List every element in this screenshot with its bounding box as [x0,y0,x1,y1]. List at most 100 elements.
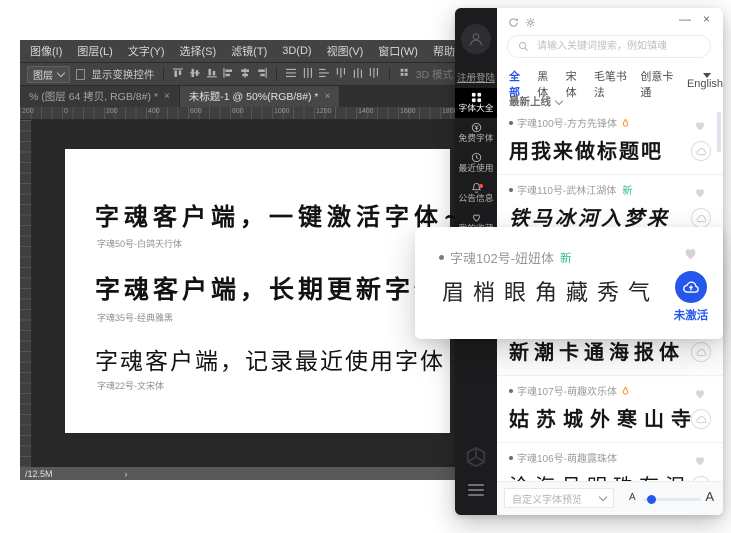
align-top-icon[interactable] [173,68,184,80]
distribute-top-icon[interactable] [286,68,297,80]
avatar[interactable] [461,24,491,54]
favorite-heart-icon[interactable] [693,386,707,404]
canvas-area: 字魂客户端，一键激活字体~ 字魂50号-白鸽天行体 字魂客户端，长期更新字体 字… [20,120,460,467]
activate-cloud-button[interactable] [675,271,707,303]
align-bottom-icon[interactable] [207,68,218,80]
bullet-dot [509,121,513,125]
hot-icon [621,386,630,396]
bullet-dot [439,255,444,260]
search-icon [518,41,529,52]
font-name: 字魂106号-萌趣露珠体 [517,450,617,465]
font-sample-text: 字魂客户端，长期更新字体 [95,270,443,306]
sidebar-item-recent[interactable]: 最近使用 [455,148,497,178]
font-name: 字魂107号-萌趣欢乐体 [517,383,617,398]
close-icon[interactable]: × [164,91,170,102]
menu-item-image[interactable]: 图像(I) [30,43,62,59]
align-right-icon[interactable] [257,68,268,80]
distribute-middle-icon[interactable] [303,68,314,80]
menu-item-select[interactable]: 选择(S) [180,43,217,59]
font-row[interactable]: 字魂100号-方方先锋体 用我来做标题吧 [497,108,723,175]
status-bar: /12.5M › [20,467,460,480]
favorite-heart-icon[interactable] [693,118,707,136]
settings-gear-icon[interactable] [525,15,536,33]
download-cloud-icon[interactable] [691,141,711,161]
refresh-icon[interactable] [508,15,519,33]
ruler-tick: 1600 [400,108,416,115]
document-canvas[interactable]: 字魂客户端，一键激活字体~ 字魂50号-白鸽天行体 字魂客户端，长期更新字体 字… [65,149,450,433]
new-badge: 新 [560,250,572,266]
tab-cartoon[interactable]: 创意卡通 [640,68,677,100]
favorite-heart-icon[interactable] [693,185,707,203]
menu-item-window[interactable]: 窗口(W) [378,43,418,59]
menu-item-view[interactable]: 视图(V) [327,43,364,59]
font-size-slider[interactable] [643,498,701,501]
favorite-heart-icon[interactable] [693,453,707,471]
chevron-down-icon [57,68,65,76]
show-transform-label: 显示变换控件 [91,67,154,82]
grid-icon[interactable] [399,68,410,80]
document-tab[interactable]: % (图层 64 拷贝, RGB/8#) * × [20,86,180,107]
category-dropdown-icon[interactable] [703,73,711,78]
bullet-dot [509,456,513,460]
preview-text-dropdown[interactable]: 自定义字体预览 [504,488,614,508]
align-left-icon[interactable] [223,68,234,80]
preview-settings-bar: 自定义字体预览 A A [497,481,723,515]
document-size: /12.5M [25,469,53,479]
page: 图像(I) 图层(L) 文字(Y) 选择(S) 滤镜(T) 3D(D) 视图(V… [0,0,731,533]
status-chevron-icon[interactable]: › [125,469,128,479]
activation-status-label: 未激活 [668,307,714,323]
menu-item-layer[interactable]: 图层(L) [77,43,112,59]
download-cloud-icon[interactable] [691,208,711,228]
favorite-heart-icon[interactable] [682,245,699,265]
font-row[interactable]: 字魂107号-萌趣欢乐体 姑苏城外寒山寺 [497,376,723,443]
menu-item-type[interactable]: 文字(Y) [128,43,165,59]
distribute-left-icon[interactable] [336,68,347,80]
menu-item-filter[interactable]: 滤镜(T) [231,43,267,59]
bullet-dot [509,188,513,192]
divider [276,67,277,81]
sidebar-item-font-library[interactable]: 字体大全 [455,88,497,118]
sidebar-item-label: 最近使用 [459,164,494,173]
sidebar-item-label: 公告信息 [459,194,494,203]
login-link[interactable]: 注册登陆 [455,70,497,84]
show-transform-checkbox[interactable] [76,69,85,80]
slider-thumb[interactable] [647,495,656,504]
document-tab-bar: % (图层 64 拷贝, RGB/8#) * × 未标题-1 @ 50%(RGB… [20,86,460,107]
ruler-tick: 1400 [358,108,374,115]
document-tab-active[interactable]: 未标题-1 @ 50%(RGB/8#) * × [180,86,341,107]
font-sample-label: 字魂35号-经典雅黑 [97,311,173,324]
chevron-down-icon[interactable] [555,96,563,104]
sidebar-item-label: 免费字体 [459,134,494,143]
search-box[interactable] [507,35,711,58]
tab-english[interactable]: English [687,78,723,90]
layer-mode-dropdown[interactable]: 图层 [27,66,70,83]
font-sample-label: 字魂22号-文宋体 [97,379,164,392]
search-input[interactable] [535,40,700,53]
tab-brush[interactable]: 毛笔书法 [594,68,631,100]
grid-icon [471,92,482,103]
mode-3d-label: 3D 模式 [416,67,453,82]
download-cloud-icon[interactable] [691,342,711,362]
divider [389,67,390,81]
menu-item-3d[interactable]: 3D(D) [282,45,311,57]
chevron-down-icon [599,493,607,501]
font-sample-text: 字魂客户端，一键激活字体~ [95,197,460,232]
scrollbar-thumb[interactable] [717,112,721,152]
sidebar-item-free-fonts[interactable]: 免费字体 [455,118,497,148]
font-preview-card[interactable]: 字魂102号-妞妞体 新 眉梢眼角藏秀气 未激活 [415,227,723,339]
sidebar-item-announcements[interactable]: 公告信息 [455,178,497,208]
divider [163,67,164,81]
tab-songti[interactable]: 宋体 [566,68,584,100]
font-sample-label: 字魂50号-白鸽天行体 [97,237,182,250]
distribute-center-icon[interactable] [353,68,364,80]
distribute-right-icon[interactable] [369,68,380,80]
close-icon[interactable]: × [325,91,331,102]
hamburger-menu-icon[interactable] [468,481,484,499]
ruler-tick: 200 [106,108,118,115]
align-middle-icon[interactable] [190,68,201,80]
close-button[interactable]: × [703,12,710,26]
align-center-icon[interactable] [240,68,251,80]
download-cloud-icon[interactable] [691,409,711,429]
minimize-button[interactable]: — [679,12,691,26]
distribute-bottom-icon[interactable] [319,68,330,80]
